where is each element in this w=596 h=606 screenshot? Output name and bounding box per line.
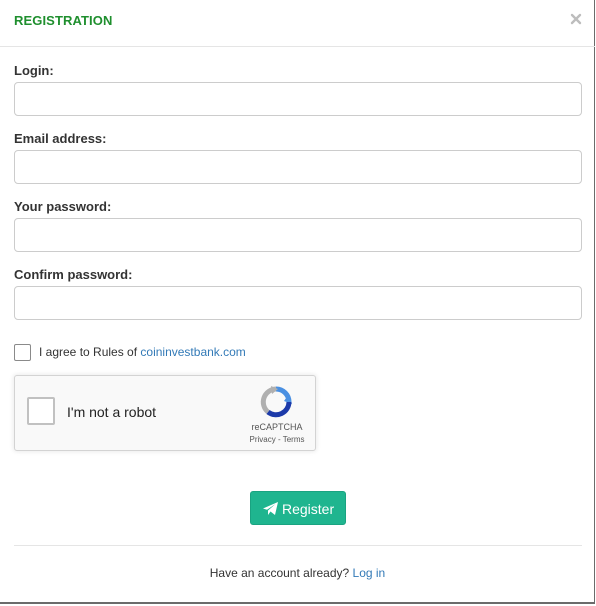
password-label: Your password:	[14, 199, 112, 214]
agree-rules-checkbox[interactable]	[14, 344, 31, 361]
modal-title: REGISTRATION	[14, 13, 113, 28]
login-label: Login:	[14, 63, 54, 78]
login-link[interactable]: Log in	[353, 566, 386, 580]
recaptcha-terms-link[interactable]: Terms	[283, 435, 305, 444]
login-input[interactable]	[14, 82, 582, 116]
recaptcha-widget: I'm not a robot reCAPTCHA Privacy - Term…	[14, 375, 316, 451]
agree-rules-text: I agree to Rules of coininvestbank.com	[39, 345, 246, 359]
recaptcha-brand: reCAPTCHA	[251, 422, 303, 432]
registration-modal: REGISTRATION Login: Email address: Your …	[0, 0, 595, 604]
confirm-password-label: Confirm password:	[14, 267, 133, 282]
register-button-label: Register	[282, 501, 335, 517]
recaptcha-logo-icon	[260, 386, 292, 418]
close-icon[interactable]	[568, 11, 584, 27]
recaptcha-links-separator: -	[275, 435, 283, 444]
recaptcha-links: Privacy - Terms	[241, 435, 313, 444]
login-prompt-row: Have an account already? Log in	[0, 566, 595, 580]
login-prompt-text: Have an account already?	[209, 566, 350, 580]
rules-link[interactable]: coininvestbank.com	[140, 345, 245, 359]
footer-divider	[14, 545, 582, 546]
recaptcha-checkbox[interactable]	[27, 397, 55, 425]
agree-rules-label: I agree to Rules of	[39, 345, 138, 359]
register-button[interactable]: Register	[250, 491, 346, 525]
paper-plane-icon	[263, 502, 278, 515]
confirm-password-input[interactable]	[14, 286, 582, 320]
recaptcha-privacy-link[interactable]: Privacy	[250, 435, 276, 444]
password-input[interactable]	[14, 218, 582, 252]
modal-header: REGISTRATION	[0, 0, 595, 47]
recaptcha-label: I'm not a robot	[67, 404, 157, 420]
email-input[interactable]	[14, 150, 582, 184]
email-label: Email address:	[14, 131, 107, 146]
